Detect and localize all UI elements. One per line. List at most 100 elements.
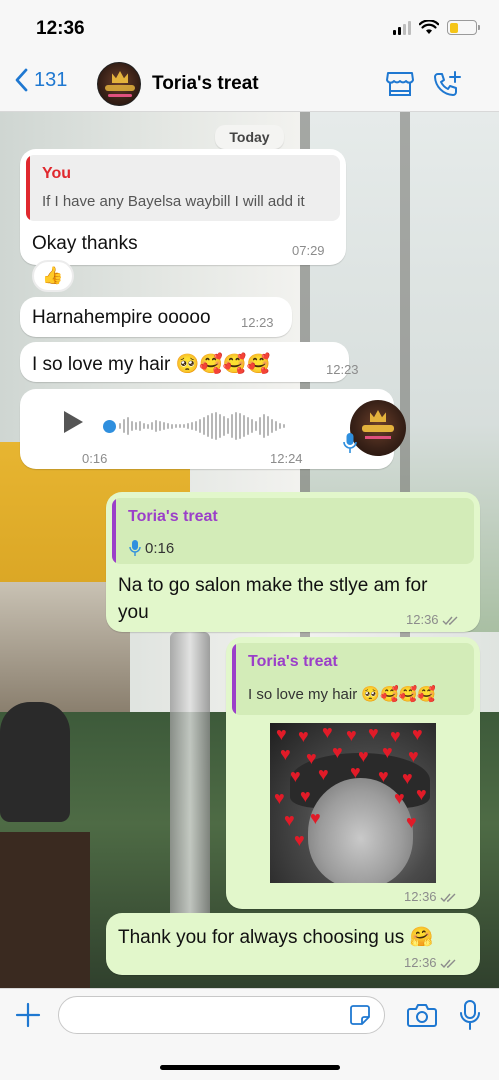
waveform-bar xyxy=(223,416,225,436)
chat-header: 131 Toria's treat xyxy=(0,56,499,112)
play-icon[interactable] xyxy=(64,411,83,433)
heart-icon: ♥ xyxy=(412,724,423,744)
shared-photo[interactable]: ♥ ♥ ♥ ♥ ♥ ♥ ♥ ♥ ♥ ♥ ♥ ♥ ♥ ♥ ♥ ♥ ♥ ♥ ♥ ♥ ♥ ♥ ♥ ♥ ♥ ♥ xyxy=(270,723,436,883)
waveform-bar xyxy=(231,414,233,438)
contact-name[interactable]: Toria's treat xyxy=(152,73,259,95)
waveform-bar xyxy=(283,424,285,428)
waveform-bar xyxy=(263,414,265,438)
waveform-bar xyxy=(243,415,245,437)
message-bubble[interactable]: I so love my hair 🥺🥰🥰🥰 12:23 xyxy=(20,342,359,382)
waveform-bar xyxy=(143,423,145,429)
reaction-thumbs-up[interactable]: 👍 xyxy=(32,260,74,292)
heart-icon: ♥ xyxy=(290,766,301,786)
microphone-icon[interactable] xyxy=(458,999,482,1031)
quoted-author: Toria's treat xyxy=(128,508,218,525)
waveform-bar xyxy=(211,413,213,439)
heart-icon: ♥ xyxy=(276,724,287,744)
message-bubble[interactable]: Harnahempire ooooo 12:23 xyxy=(20,297,292,337)
wallpaper-bag xyxy=(0,702,70,822)
heart-icon: ♥ xyxy=(350,762,361,782)
wallpaper-table xyxy=(0,832,90,988)
waveform-bar xyxy=(199,419,201,433)
message-text: Okay thanks xyxy=(32,233,138,254)
unread-count: 131 xyxy=(34,68,68,91)
heart-icon: ♥ xyxy=(306,748,317,768)
microphone-icon xyxy=(129,540,141,556)
message-text: Harnahempire ooooo xyxy=(32,307,211,328)
message-bubble[interactable]: You If I have any Bayelsa waybill I will… xyxy=(20,149,346,265)
waveform-bar xyxy=(139,421,141,431)
date-chip: Today xyxy=(215,125,284,149)
message-text: Thank you for always choosing us 🤗 xyxy=(118,927,434,948)
camera-icon[interactable] xyxy=(406,1001,438,1029)
sticker-icon[interactable] xyxy=(348,1003,372,1027)
heart-icon: ♥ xyxy=(402,768,413,788)
wallpaper-stool xyxy=(170,632,210,932)
status-icons xyxy=(393,20,480,35)
waveform-bar xyxy=(127,417,129,435)
waveform-bar xyxy=(259,417,261,435)
playback-scrubber[interactable] xyxy=(103,420,116,433)
store-icon[interactable] xyxy=(385,70,415,98)
waveform-bar xyxy=(271,419,273,433)
waveform-bar xyxy=(219,414,221,438)
status-time: 12:36 xyxy=(36,18,85,39)
waveform-bar xyxy=(227,418,229,434)
home-indicator xyxy=(160,1065,340,1070)
quoted-author: Toria's treat xyxy=(248,653,338,670)
microphone-icon xyxy=(343,433,357,453)
audio-waveform[interactable] xyxy=(119,407,331,445)
waveform-bar xyxy=(279,423,281,429)
chat-area[interactable]: Today You If I have any Bayelsa waybill … xyxy=(0,112,499,988)
message-bubble[interactable]: Toria's treat 0:16 Na to go salon make t… xyxy=(106,492,480,632)
waveform-bar xyxy=(171,423,173,429)
heart-icon: ♥ xyxy=(310,808,321,828)
waveform-bar xyxy=(183,424,185,428)
heart-icon: ♥ xyxy=(300,786,311,806)
back-button[interactable]: 131 xyxy=(14,68,67,92)
message-bubble[interactable]: Thank you for always choosing us 🤗 12:36 xyxy=(106,913,480,975)
contact-avatar[interactable] xyxy=(97,62,141,106)
voice-message[interactable]: 0:16 12:24 xyxy=(20,389,406,469)
message-input[interactable] xyxy=(58,996,385,1034)
waveform-bar xyxy=(123,419,125,433)
quoted-author: You xyxy=(42,165,72,182)
heart-icon: ♥ xyxy=(378,766,389,786)
wifi-icon xyxy=(419,20,439,34)
add-call-icon[interactable] xyxy=(432,70,462,98)
image-message[interactable]: Toria's treat I so love my hair 🥺🥰🥰🥰 ♥ ♥ ♥… xyxy=(226,637,480,909)
waveform-bar xyxy=(191,422,193,430)
waveform-bar xyxy=(195,421,197,431)
sender-avatar xyxy=(350,400,406,456)
quoted-text: 0:16 xyxy=(145,540,175,557)
waveform-bar xyxy=(187,423,189,429)
quoted-message[interactable]: You If I have any Bayelsa waybill I will… xyxy=(26,155,340,221)
read-receipt-icon xyxy=(440,959,456,968)
read-receipt-icon xyxy=(440,893,456,902)
waveform-bar xyxy=(179,424,181,428)
waveform-bar xyxy=(215,412,217,440)
waveform-bar xyxy=(267,416,269,436)
quoted-message[interactable]: Toria's treat I so love my hair 🥺🥰🥰🥰 xyxy=(232,643,474,715)
heart-icon: ♥ xyxy=(394,788,405,808)
waveform-bar xyxy=(155,420,157,432)
heart-icon: ♥ xyxy=(274,788,285,808)
waveform-bar xyxy=(203,417,205,435)
waveform-bar xyxy=(159,421,161,431)
waveform-bar xyxy=(235,412,237,440)
waveform-bar xyxy=(207,415,209,437)
message-text: I so love my hair 🥺🥰🥰🥰 xyxy=(32,354,271,375)
waveform-bar xyxy=(251,419,253,433)
heart-icon: ♥ xyxy=(280,744,291,764)
heart-icon: ♥ xyxy=(416,784,427,804)
waveform-bar xyxy=(147,423,149,429)
waveform-bar xyxy=(255,421,257,431)
status-bar: 12:36 xyxy=(0,0,499,56)
read-receipt-icon xyxy=(442,616,458,625)
message-time: 12:36 xyxy=(404,955,458,970)
heart-icon: ♥ xyxy=(284,810,295,830)
heart-icon: ♥ xyxy=(318,764,329,784)
waveform-bar xyxy=(135,422,137,430)
plus-icon[interactable] xyxy=(14,1001,42,1029)
quoted-message[interactable]: Toria's treat 0:16 xyxy=(112,498,474,564)
